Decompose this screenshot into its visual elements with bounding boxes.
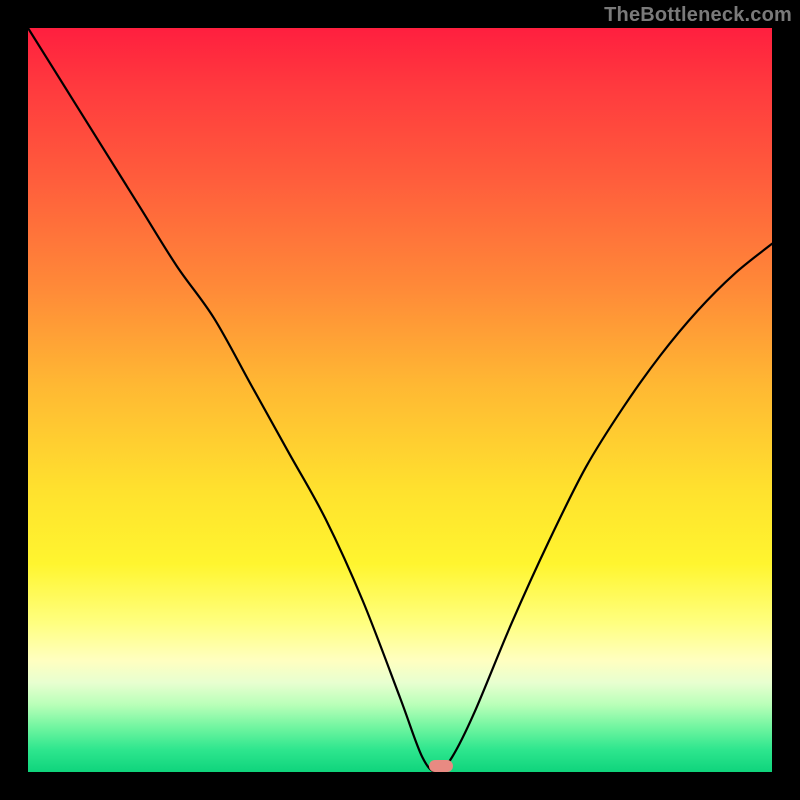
watermark-text: TheBottleneck.com [604, 4, 792, 27]
vertex-marker [429, 760, 453, 772]
plot-area [28, 28, 772, 772]
bottleneck-curve [28, 28, 772, 772]
chart-frame: TheBottleneck.com [0, 0, 800, 800]
